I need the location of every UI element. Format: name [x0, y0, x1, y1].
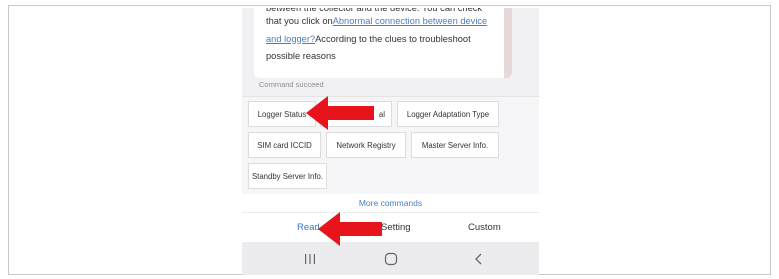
signal-label: al: [378, 109, 385, 119]
standby-server-info-label: Standby Server Info.: [251, 171, 324, 181]
back-icon[interactable]: [471, 251, 487, 267]
recents-icon[interactable]: [302, 251, 318, 267]
message-body: that you click onAbnormal connection bet…: [266, 13, 498, 66]
message-card: between the collector and the device. Yo…: [254, 8, 512, 78]
phone-screen: between the collector and the device. Yo…: [242, 8, 539, 275]
abnormal-connection-link[interactable]: Abnormal connection between device: [333, 16, 488, 26]
message-prefix: that you click on: [266, 16, 333, 26]
message-suffix: According to the clues to troubleshoot: [315, 33, 471, 44]
logger-adaptation-type-button[interactable]: Logger Adaptation Type: [397, 101, 499, 127]
tab-setting[interactable]: Setting: [381, 213, 411, 243]
logger-status-label: Logger Status: [257, 109, 307, 119]
home-icon[interactable]: [383, 251, 399, 267]
tab-read[interactable]: Read: [297, 213, 320, 243]
master-server-info-label: Master Server Info.: [421, 140, 489, 150]
message-last-line: possible reasons: [266, 51, 336, 61]
abnormal-connection-link-cont[interactable]: and logger?: [266, 34, 315, 44]
network-registry-label: Network Registry: [336, 140, 396, 150]
bottom-tabs: Read Setting Custom: [242, 212, 539, 243]
network-registry-button[interactable]: Network Registry: [326, 132, 406, 158]
command-area: Logger Status al Logger Adaptation Type …: [242, 97, 539, 194]
standby-server-info-button[interactable]: Standby Server Info.: [248, 163, 327, 189]
sim-card-iccid-label: SIM card ICCID: [257, 140, 312, 150]
tab-custom[interactable]: Custom: [468, 213, 501, 243]
more-commands-link[interactable]: More commands: [242, 194, 539, 212]
master-server-info-button[interactable]: Master Server Info.: [411, 132, 499, 158]
sim-card-iccid-button[interactable]: SIM card ICCID: [248, 132, 321, 158]
red-arrow-icon: [306, 96, 374, 130]
status-text: Command succeed: [259, 80, 324, 89]
android-navbar: [242, 242, 539, 275]
logger-adaptation-type-label: Logger Adaptation Type: [406, 109, 490, 119]
red-arrow-icon: [318, 212, 382, 246]
